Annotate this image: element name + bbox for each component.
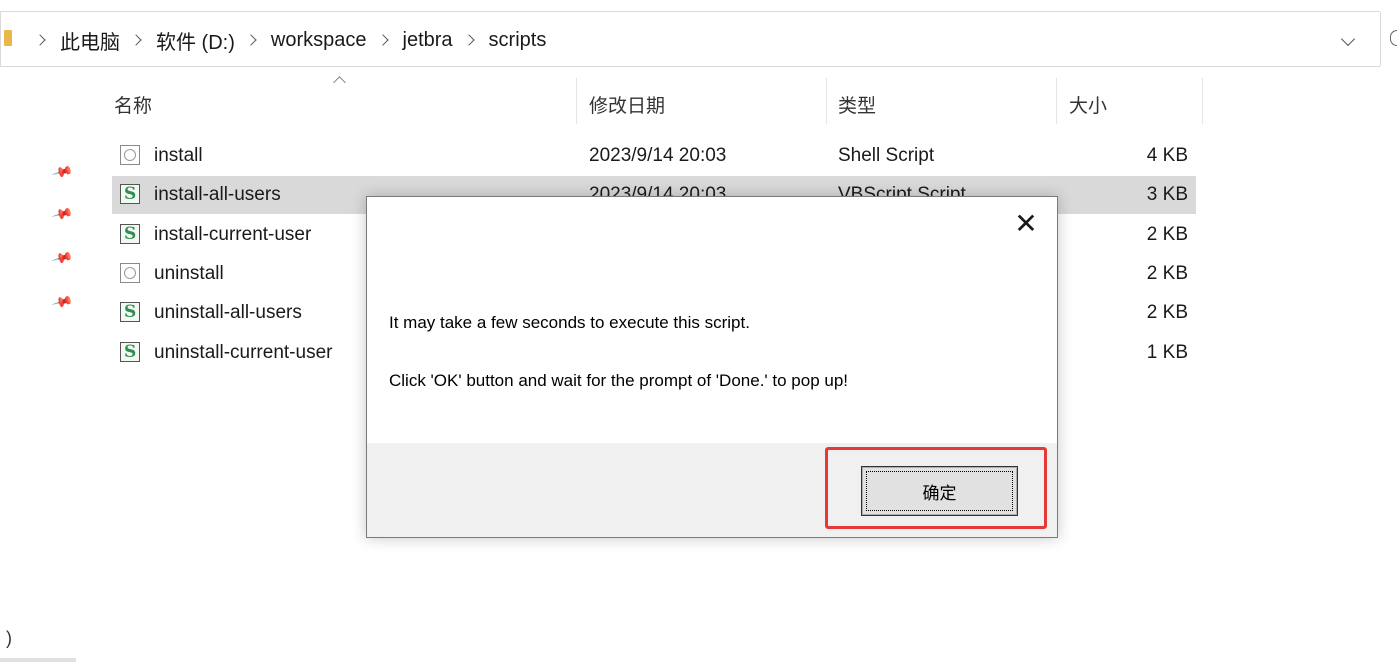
file-size: 3 KB [1146, 184, 1188, 205]
pin-icon[interactable]: 📌 [51, 203, 74, 226]
file-name: uninstall-current-user [154, 342, 333, 363]
column-divider[interactable] [1056, 78, 1057, 124]
ok-button[interactable]: 确定 [861, 466, 1018, 516]
chevron-right-icon [34, 34, 46, 46]
file-size: 2 KB [1146, 224, 1188, 245]
divider [0, 66, 1380, 67]
dialog-message-line-1: It may take a few seconds to execute thi… [389, 313, 750, 332]
breadcrumb: 此电脑 软件 (D:) workspace jetbra scripts [28, 26, 550, 54]
file-row[interactable]: install 2023/9/14 20:03 Shell Script 4 K… [112, 137, 1196, 175]
sort-ascending-icon [333, 76, 346, 89]
breadcrumb-item-drive-d[interactable]: 软件 (D:) [152, 26, 239, 55]
divider [0, 11, 1380, 12]
divider [1380, 12, 1381, 66]
close-icon[interactable]: ✕ [1013, 210, 1039, 238]
breadcrumb-item-jetbra[interactable]: jetbra [399, 29, 457, 52]
column-divider[interactable] [826, 78, 827, 124]
file-explorer-window: 此电脑 软件 (D:) workspace jetbra scripts 📌 📌… [0, 0, 1398, 662]
column-header-type[interactable]: 类型 [838, 86, 876, 122]
chevron-right-icon[interactable] [462, 34, 475, 46]
file-name: install [154, 145, 203, 166]
file-name: uninstall [154, 263, 224, 284]
file-size: 2 KB [1146, 302, 1188, 323]
address-bar[interactable]: 此电脑 软件 (D:) workspace jetbra scripts [0, 0, 1398, 72]
column-divider[interactable] [576, 78, 577, 124]
vbscript-icon [120, 302, 140, 322]
chevron-down-icon[interactable] [1340, 31, 1356, 47]
file-date: 2023/9/14 20:03 [589, 145, 727, 166]
vbscript-icon [120, 342, 140, 362]
chevron-right-icon[interactable] [130, 34, 142, 46]
file-name: uninstall-all-users [154, 302, 302, 323]
vbscript-icon [120, 184, 140, 204]
dialog-message-line-2: Click 'OK' button and wait for the promp… [389, 371, 849, 390]
file-size: 2 KB [1146, 263, 1188, 284]
column-divider[interactable] [1202, 78, 1203, 124]
chevron-right-icon[interactable] [376, 34, 389, 46]
column-header-date[interactable]: 修改日期 [589, 86, 665, 122]
column-header-name[interactable]: 名称 [114, 86, 152, 122]
divider [0, 12, 1, 66]
pin-icon[interactable]: 📌 [51, 291, 74, 314]
file-name: install-current-user [154, 224, 312, 245]
shell-script-icon [120, 263, 140, 283]
message-dialog: ✕ It may take a few seconds to execute t… [366, 196, 1058, 538]
vbscript-icon [120, 224, 140, 244]
nav-pane-scrollbar[interactable] [0, 658, 76, 662]
file-type: Shell Script [838, 145, 935, 166]
breadcrumb-item-workspace[interactable]: workspace [267, 29, 371, 52]
pin-icon[interactable]: 📌 [51, 161, 74, 184]
file-size: 4 KB [1146, 145, 1188, 166]
file-size: 1 KB [1146, 342, 1188, 363]
chevron-right-icon[interactable] [245, 34, 257, 46]
file-name: install-all-users [154, 184, 281, 205]
dialog-button-bar: 确定 [367, 443, 1057, 537]
column-header-size[interactable]: 大小 [1069, 86, 1107, 122]
refresh-icon[interactable] [1390, 30, 1397, 46]
folder-icon [4, 30, 12, 46]
breadcrumb-item-scripts[interactable]: scripts [485, 29, 551, 52]
shell-script-icon [120, 145, 140, 165]
focus-ring [866, 471, 1013, 511]
nav-pane-item-label[interactable]: ) [6, 628, 12, 649]
pin-icon[interactable]: 📌 [51, 247, 74, 270]
breadcrumb-item-this-pc[interactable]: 此电脑 [56, 26, 124, 55]
